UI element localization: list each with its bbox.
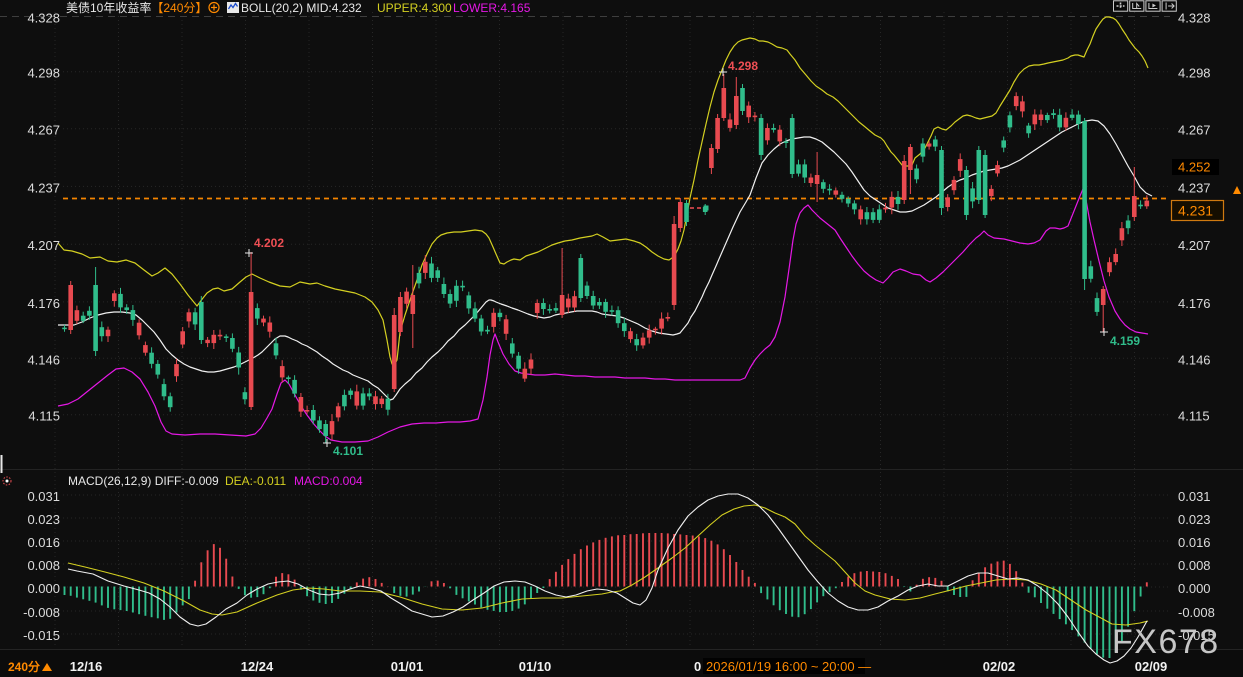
svg-text:4.146: 4.146 [27, 352, 60, 367]
svg-text:4.237: 4.237 [27, 180, 60, 195]
svg-text:LOWER:4.165: LOWER:4.165 [453, 1, 531, 15]
svg-text:4.237: 4.237 [1178, 180, 1211, 195]
svg-text:0.016: 0.016 [27, 535, 60, 550]
svg-text:0.008: 0.008 [27, 558, 60, 573]
svg-text:4.252: 4.252 [1178, 160, 1211, 175]
svg-text:0.023: 0.023 [1178, 512, 1211, 527]
svg-text:12/16: 12/16 [70, 659, 103, 674]
svg-text:4.231: 4.231 [1178, 203, 1213, 219]
svg-text:DEA:-0.011: DEA:-0.011 [225, 474, 286, 488]
svg-text:0.031: 0.031 [1178, 489, 1211, 504]
svg-text:4.267: 4.267 [27, 123, 60, 138]
svg-text:4.298: 4.298 [27, 66, 60, 81]
svg-text:2026/01/19 16:00 ~ 20:00 —: 2026/01/19 16:00 ~ 20:00 — [706, 659, 871, 674]
svg-text:4.298: 4.298 [1178, 66, 1211, 81]
svg-text:12/24: 12/24 [241, 659, 274, 674]
svg-text:01/10: 01/10 [519, 659, 552, 674]
svg-text:美债10年收益率【240分】: 美债10年收益率【240分】 [66, 0, 207, 15]
svg-text:-0.015: -0.015 [23, 628, 60, 643]
svg-text:MACD:0.004: MACD:0.004 [294, 474, 363, 488]
svg-text:-0.008: -0.008 [1178, 605, 1215, 620]
svg-text:4.267: 4.267 [1178, 123, 1211, 138]
svg-text:4.176: 4.176 [1178, 296, 1211, 311]
svg-text:4.207: 4.207 [27, 238, 60, 253]
svg-text:02/09: 02/09 [1135, 659, 1168, 674]
svg-text:240分: 240分 [8, 659, 40, 674]
svg-text:0.000: 0.000 [27, 581, 60, 596]
svg-text:4.159: 4.159 [1110, 334, 1140, 348]
svg-text:02/02: 02/02 [983, 659, 1016, 674]
svg-text:4.176: 4.176 [27, 296, 60, 311]
svg-text:4.328: 4.328 [1178, 11, 1211, 26]
svg-text:0.016: 0.016 [1178, 535, 1211, 550]
svg-text:0.000: 0.000 [1178, 581, 1211, 596]
svg-text:UPPER:4.300: UPPER:4.300 [377, 1, 452, 15]
svg-text:4.115: 4.115 [28, 409, 60, 424]
svg-text:4.202: 4.202 [254, 236, 284, 250]
svg-text:0.008: 0.008 [1178, 558, 1211, 573]
svg-text:4.328: 4.328 [27, 11, 60, 26]
svg-text:MACD(26,12,9) DIFF:-0.009: MACD(26,12,9) DIFF:-0.009 [68, 474, 219, 488]
svg-text:0: 0 [694, 659, 701, 674]
svg-text:4.115: 4.115 [1178, 409, 1210, 424]
svg-text:4.298: 4.298 [728, 59, 758, 73]
svg-text:01/01: 01/01 [391, 659, 424, 674]
svg-text:BOLL(20,2) MID:4.232: BOLL(20,2) MID:4.232 [241, 1, 362, 15]
svg-text:4.207: 4.207 [1178, 238, 1211, 253]
svg-text:4.101: 4.101 [333, 444, 363, 458]
svg-text:0.031: 0.031 [27, 489, 60, 504]
svg-text:-0.008: -0.008 [23, 605, 60, 620]
svg-text:FX678: FX678 [1112, 623, 1220, 661]
svg-text:4.146: 4.146 [1178, 352, 1211, 367]
svg-text:0.023: 0.023 [27, 512, 60, 527]
